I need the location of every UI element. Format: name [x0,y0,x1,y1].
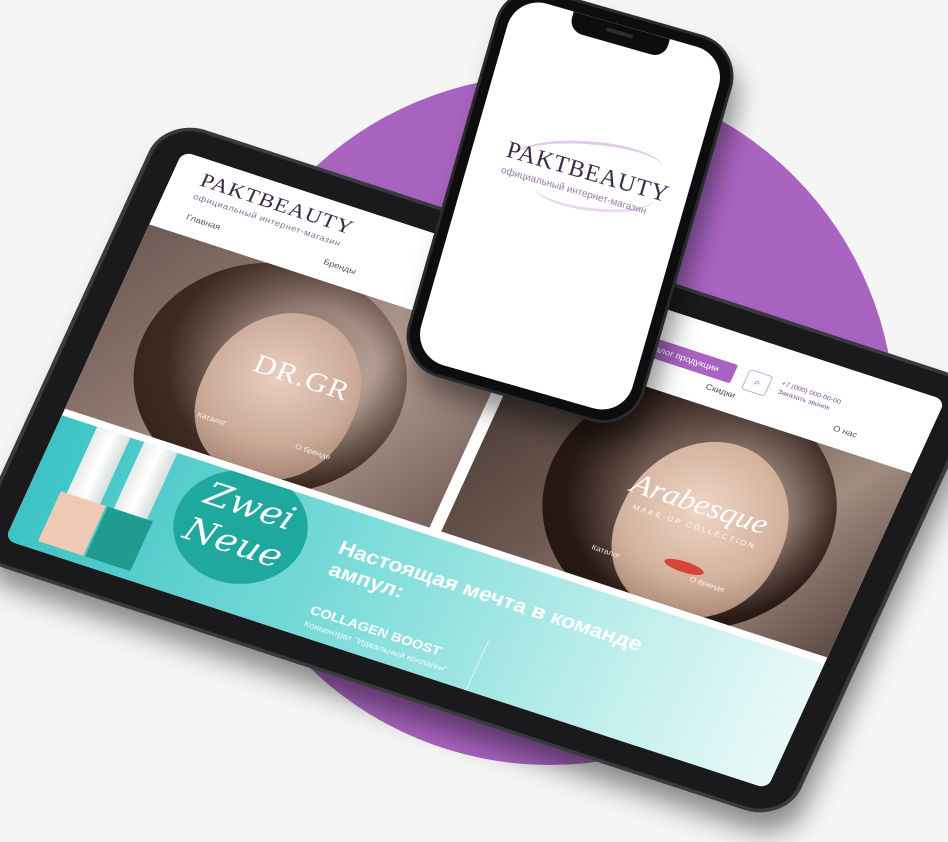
nav-item-sale[interactable]: Скидки [704,382,737,400]
header-contact[interactable]: +7 (000) 000-00-00 Заказать звонок [776,380,843,416]
search-button[interactable]: ⌕ [740,368,774,397]
speaker-grille [605,27,634,39]
nav-item-about[interactable]: О нас [832,424,859,440]
nav-item-main[interactable]: Главная [185,212,222,231]
phone-notch [568,11,670,59]
site-logo[interactable]: PAKTBEAUTY официальный интернет-магазин [192,169,358,250]
search-icon: ⌕ [751,376,763,389]
nav-item-brands[interactable]: Бренды [322,257,358,276]
